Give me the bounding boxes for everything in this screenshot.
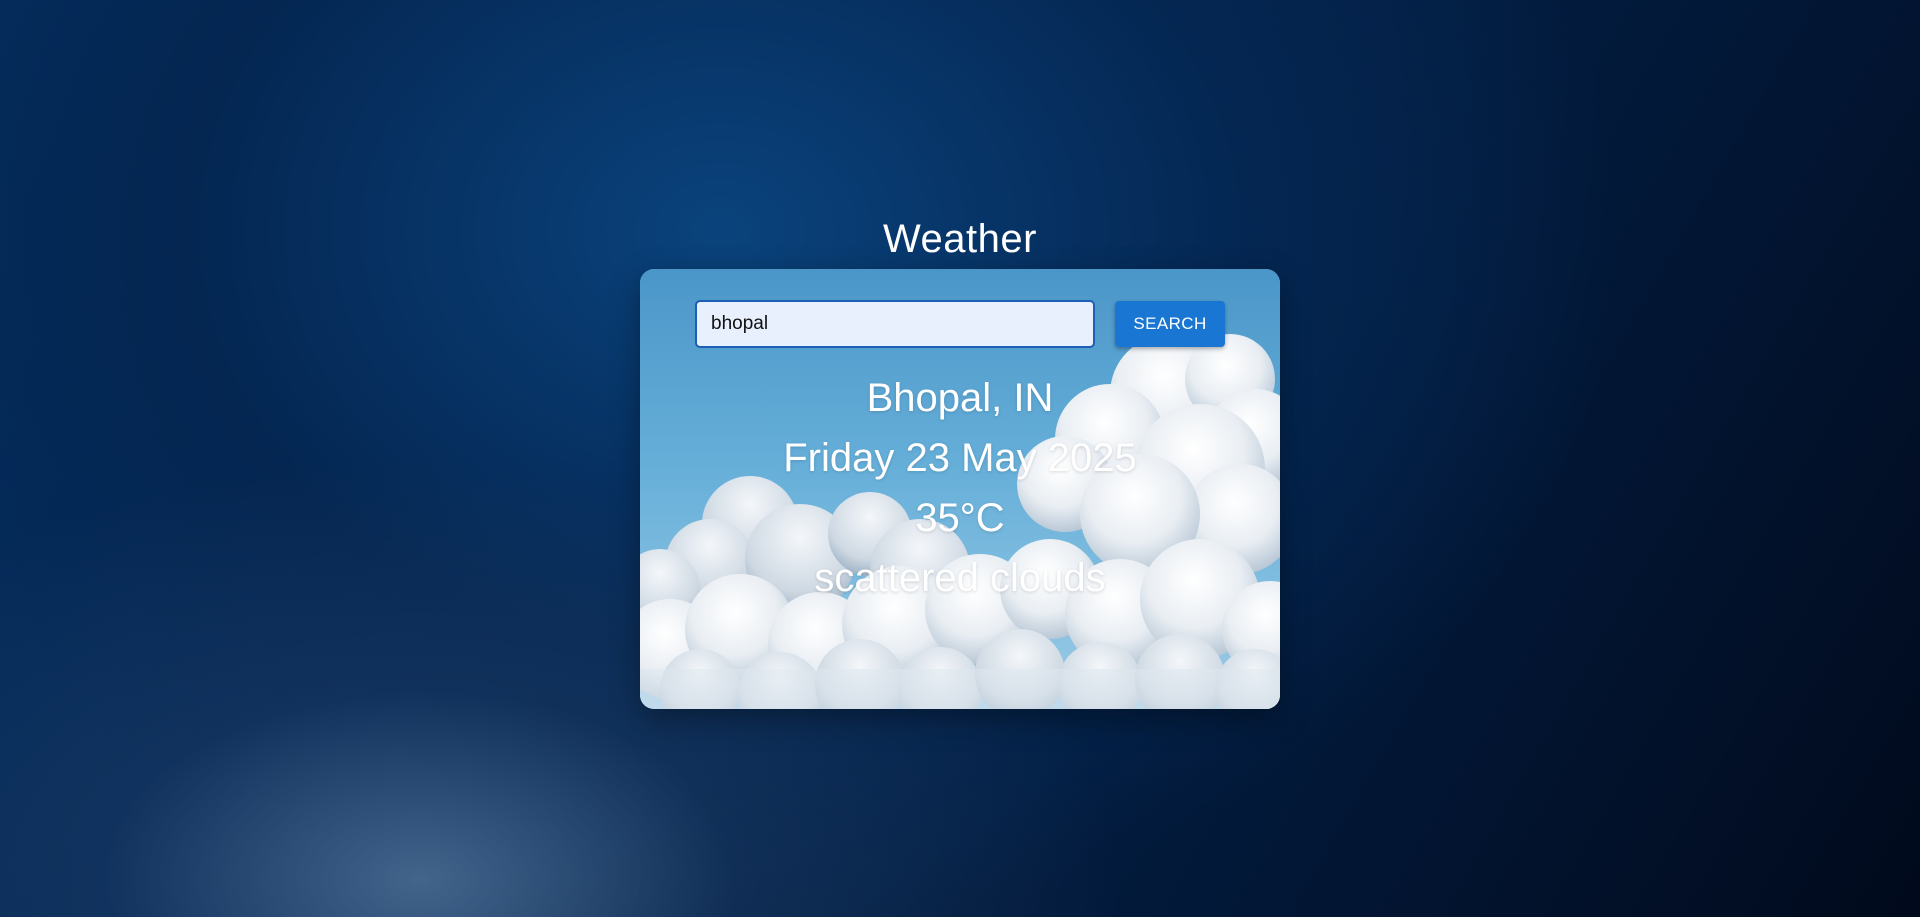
weather-card: SEARCH Bhopal, IN Friday 23 May 2025 35°… [640,269,1280,709]
search-row: SEARCH [695,300,1235,348]
location-text: Bhopal, IN [866,376,1054,420]
date-text: Friday 23 May 2025 [783,436,1137,480]
search-input[interactable] [695,300,1095,348]
search-button[interactable]: SEARCH [1115,301,1225,347]
temperature-text: 35°C [915,496,1005,540]
card-content: SEARCH Bhopal, IN Friday 23 May 2025 35°… [640,269,1280,709]
page-title: Weather [883,217,1037,261]
weather-description: scattered clouds [814,556,1106,600]
